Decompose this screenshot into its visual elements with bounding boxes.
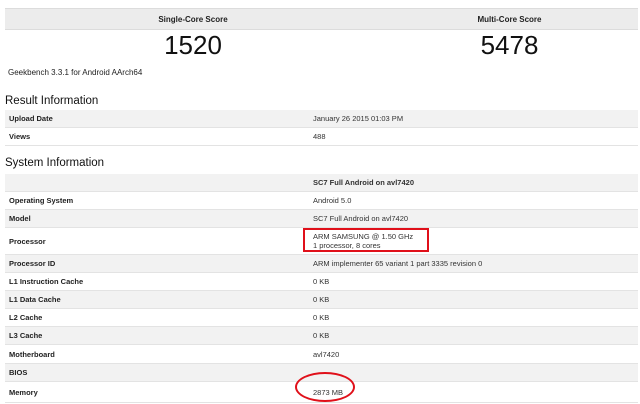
row-key: Motherboard [5, 344, 309, 364]
table-row: Upload Date January 26 2015 01:03 PM [5, 110, 638, 128]
row-value: 0 KB [309, 326, 638, 345]
row-key: L2 Cache [5, 308, 309, 327]
row-value: SC7 Full Android on avl7420 [309, 209, 638, 228]
multi-core-score: 5478 [480, 30, 539, 60]
row-key: Views [5, 127, 309, 146]
table-row: Motherboard avl7420 [5, 344, 638, 364]
row-key: L3 Cache [5, 326, 309, 345]
row-key: Upload Date [5, 110, 309, 128]
row-value: ARM implementer 65 variant 1 part 3335 r… [309, 254, 638, 273]
row-key: Processor ID [5, 254, 309, 273]
multi-core-label: Multi-Core Score [477, 15, 542, 24]
row-value: 2873 MB [309, 381, 638, 403]
table-row: Operating System Android 5.0 [5, 191, 638, 210]
system-info-table: SC7 Full Android on avl7420 Operating Sy… [5, 174, 638, 403]
benchmark-version: Geekbench 3.3.1 for Android AArch64 [8, 68, 143, 77]
table-header-row: SC7 Full Android on avl7420 [5, 174, 638, 192]
processor-highlight-box [303, 228, 429, 252]
row-value [309, 363, 638, 382]
system-info-title: System Information [5, 157, 105, 169]
system-header: SC7 Full Android on avl7420 [309, 174, 638, 192]
row-value: 488 [309, 127, 638, 146]
table-row: Processor ID ARM implementer 65 variant … [5, 254, 638, 273]
multi-core-column: Multi-Core Score [381, 9, 638, 30]
row-value: Android 5.0 [309, 191, 638, 210]
table-row: L1 Instruction Cache 0 KB [5, 272, 638, 291]
table-row: L1 Data Cache 0 KB [5, 290, 638, 309]
single-core-score: 1520 [164, 30, 222, 60]
row-key: Processor [5, 227, 309, 255]
table-row: Model SC7 Full Android on avl7420 [5, 209, 638, 228]
single-core-column: Single-Core Score [5, 9, 381, 30]
result-info-table: Upload Date January 26 2015 01:03 PM Vie… [5, 110, 638, 146]
row-value: January 26 2015 01:03 PM [309, 110, 638, 128]
result-info-title: Result Information [5, 95, 99, 107]
row-key: Memory [5, 381, 309, 403]
row-key: Operating System [5, 191, 309, 210]
table-row: L3 Cache 0 KB [5, 326, 638, 345]
score-summary: Single-Core Score Multi-Core Score 1520 … [5, 0, 638, 84]
table-row: L2 Cache 0 KB [5, 308, 638, 327]
row-key: L1 Data Cache [5, 290, 309, 309]
single-core-label: Single-Core Score [158, 15, 228, 24]
row-key: Model [5, 209, 309, 228]
row-value: 0 KB [309, 272, 638, 291]
row-value: avl7420 [309, 344, 638, 364]
row-key: L1 Instruction Cache [5, 272, 309, 291]
memory-highlight-circle [295, 372, 355, 402]
score-header-bar: Single-Core Score Multi-Core Score [5, 8, 638, 30]
row-value: 0 KB [309, 290, 638, 309]
row-value: 0 KB [309, 308, 638, 327]
table-row: Views 488 [5, 127, 638, 146]
row-key: BIOS [5, 363, 309, 382]
